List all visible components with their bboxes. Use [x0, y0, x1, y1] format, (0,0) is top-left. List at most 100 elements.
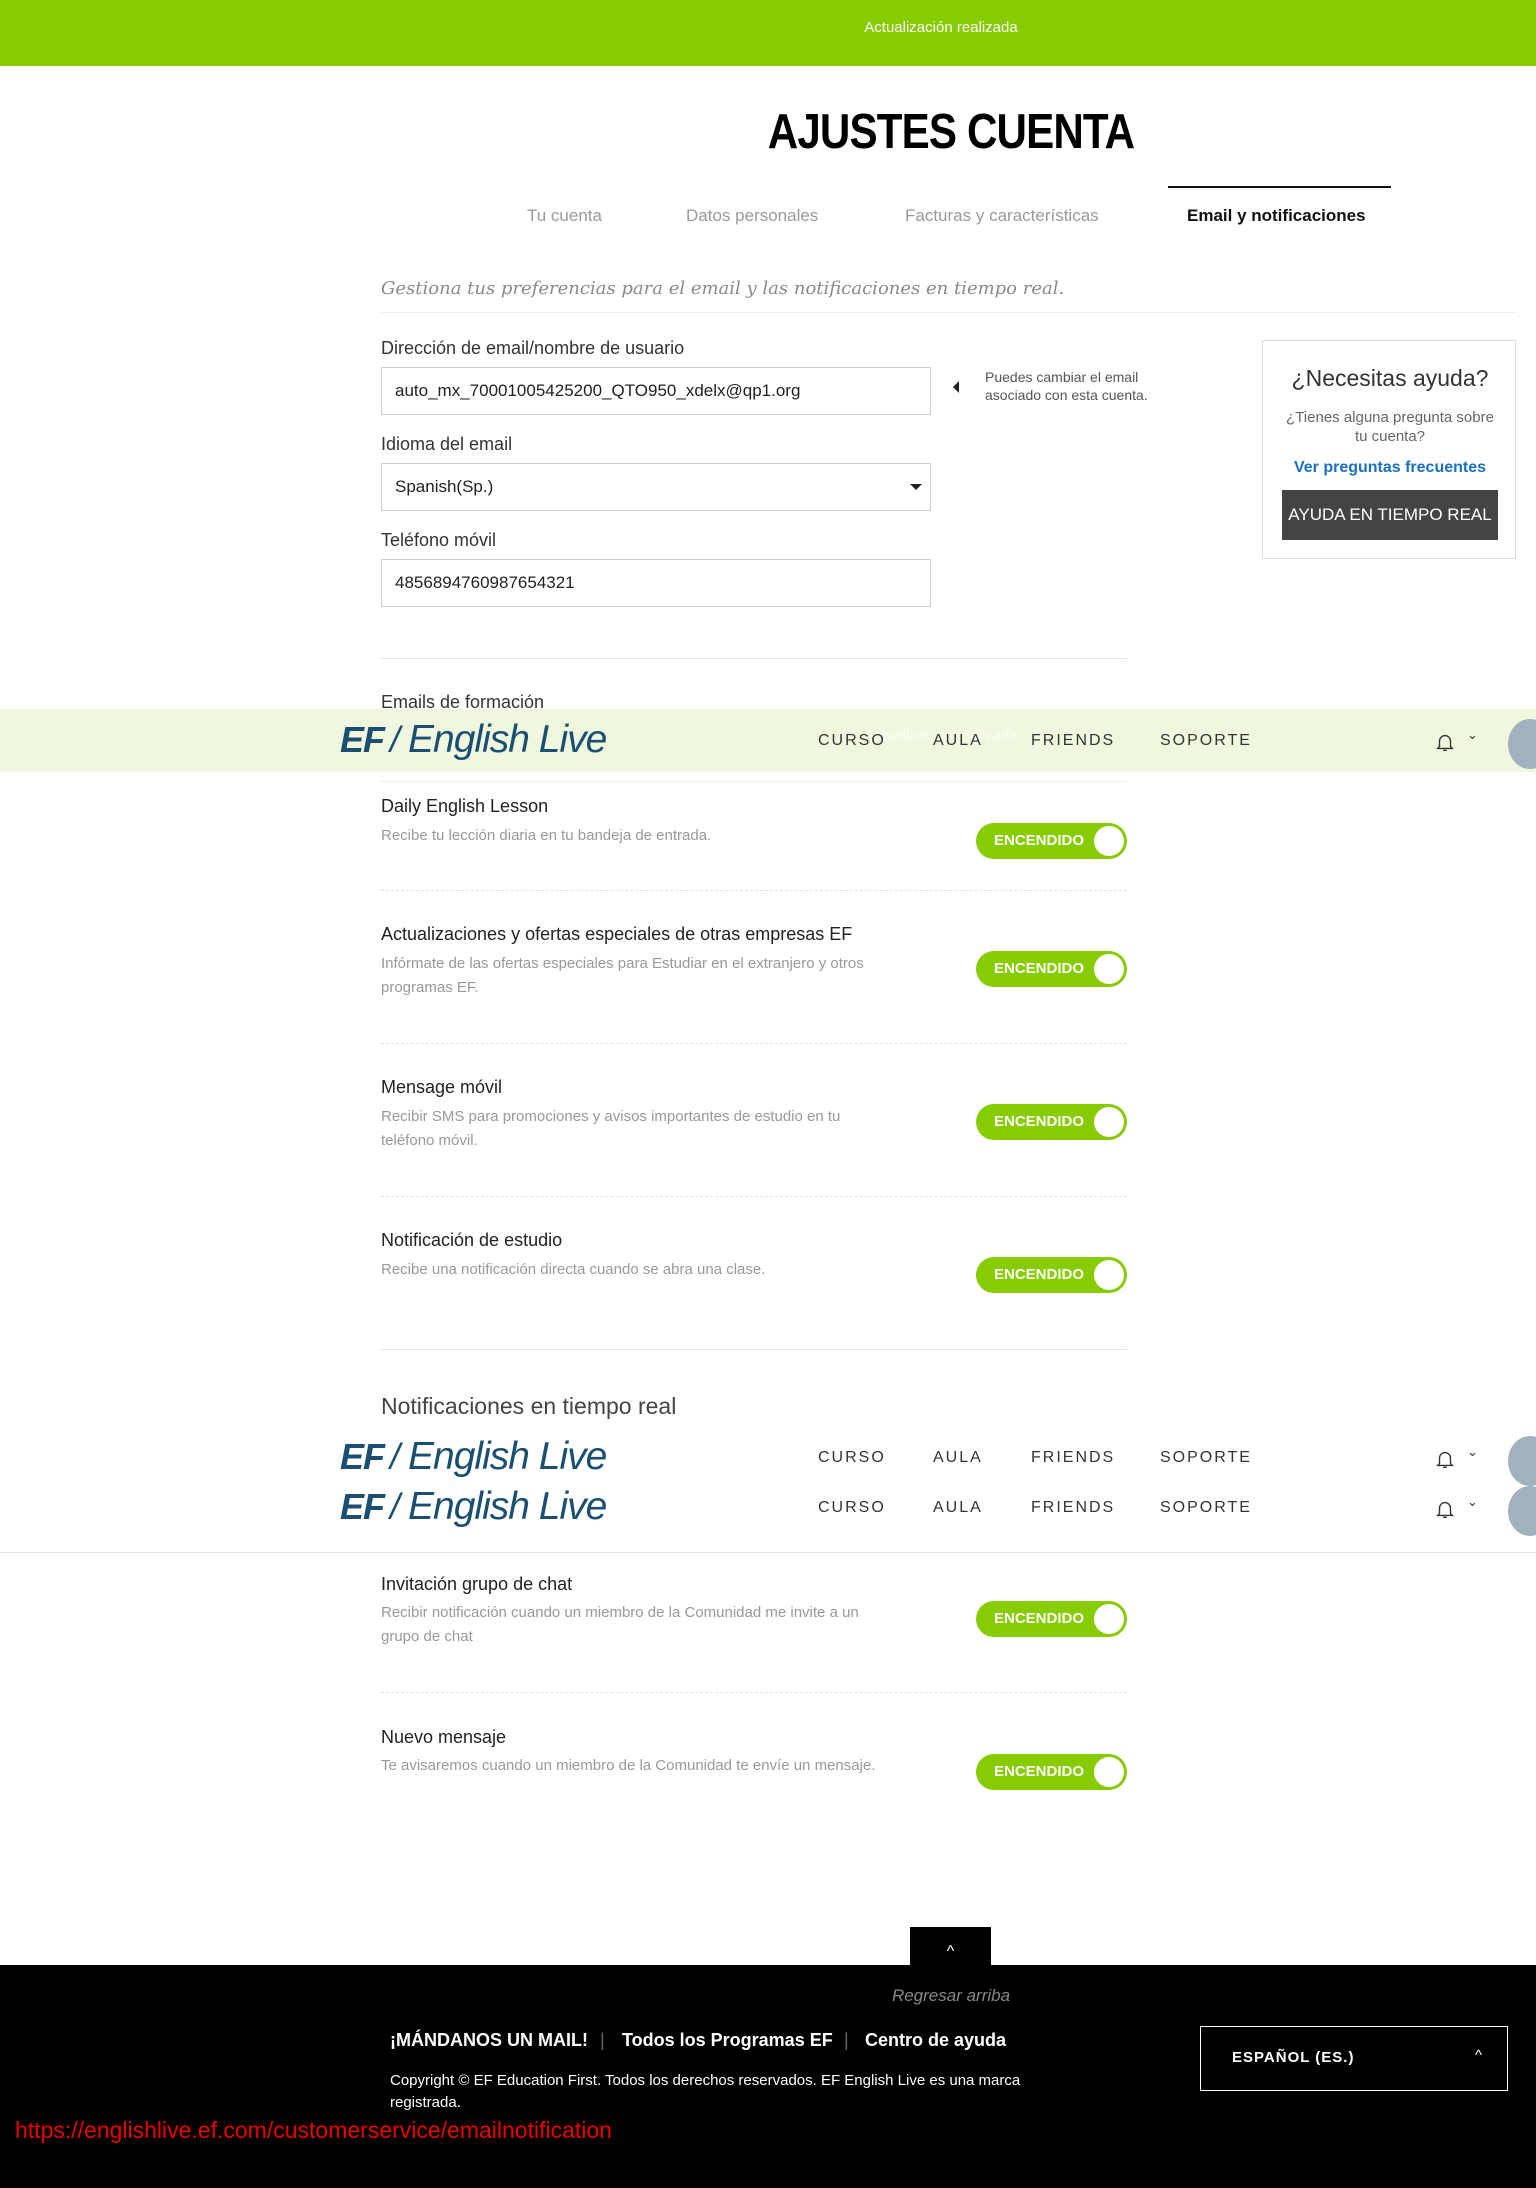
- toggle-label: ENCENDIDO: [994, 1266, 1085, 1283]
- footer-link-programs[interactable]: Todos los Programas EF: [622, 2030, 833, 2051]
- toggle-new-message[interactable]: ENCENDIDO: [976, 1754, 1127, 1790]
- toggle-knob: [1094, 1260, 1124, 1290]
- footer-link-email[interactable]: ¡MÁNDANOS UN MAIL!: [390, 2030, 588, 2051]
- top-navbar: EF / English Live CURSO AULA FRIENDS SOP…: [0, 1426, 1536, 1489]
- toggle-knob: [1094, 826, 1124, 856]
- page-title: AJUSTES CUENTA: [767, 105, 1135, 159]
- back-to-top-label[interactable]: Regresar arriba: [0, 1986, 1536, 2006]
- toggle-ef-offers[interactable]: ENCENDIDO: [976, 951, 1127, 987]
- success-banner-text: Actualización realizada: [864, 19, 1018, 36]
- back-to-top-button[interactable]: ^: [910, 1927, 991, 1973]
- toggle-knob: [1094, 1604, 1124, 1634]
- item-title: Daily English Lesson: [381, 796, 549, 816]
- email-tip: Puedes cambiar el email asociado con est…: [985, 369, 1148, 403]
- chevron-down-icon[interactable]: ⌄: [1467, 1494, 1478, 1510]
- logo-separator: /: [390, 1486, 401, 1527]
- divider: [381, 890, 1127, 891]
- bell-icon[interactable]: [1434, 1498, 1456, 1520]
- toggle-study-notification[interactable]: ENCENDIDO: [976, 1257, 1127, 1293]
- top-navbar: EF / English Live CURSO AULA FRIENDS SOP…: [0, 1485, 1536, 1553]
- chevron-up-icon: ^: [1474, 2047, 1482, 2064]
- language-value: Spanish(Sp.): [395, 477, 494, 496]
- toggle-knob: [1094, 954, 1124, 984]
- help-box: ¿Necesitas ayuda? ¿Tienes alguna pregunt…: [1262, 340, 1516, 559]
- nav-aula[interactable]: AULA: [933, 1499, 983, 1517]
- intro-text: Gestiona tus preferencias para el email …: [381, 278, 1065, 299]
- toggle-label: ENCENDIDO: [994, 960, 1085, 977]
- toggle-knob: [1094, 1757, 1124, 1787]
- live-help-button[interactable]: AYUDA EN TIEMPO REAL: [1282, 490, 1498, 540]
- item-title: Actualizaciones y ofertas especiales de …: [381, 924, 853, 944]
- email-field[interactable]: auto_mx_70001005425200_QTO950_xdelx@qp1.…: [381, 367, 931, 415]
- bell-icon[interactable]: [1434, 731, 1456, 753]
- item-desc: Recibir notificación cuando un miembro d…: [381, 1604, 859, 1645]
- nav-soporte[interactable]: SOPORTE: [1160, 1449, 1252, 1467]
- toggle-label: ENCENDIDO: [994, 1763, 1085, 1780]
- divider: [381, 781, 1127, 782]
- chevron-down-icon[interactable]: ⌄: [1467, 727, 1478, 743]
- english-live-logo[interactable]: EF / English Live: [340, 1434, 607, 1480]
- ef-logo-mark: EF: [340, 1436, 385, 1477]
- logo-separator: /: [390, 1436, 401, 1477]
- chevron-up-icon: ^: [946, 1943, 955, 1960]
- nav-curso[interactable]: CURSO: [818, 1449, 886, 1467]
- nav-soporte[interactable]: SOPORTE: [1160, 732, 1252, 750]
- toggle-chat-invite[interactable]: ENCENDIDO: [976, 1601, 1127, 1637]
- footer-separator: |: [600, 2030, 605, 2050]
- help-title: ¿Necesitas ayuda?: [1291, 365, 1489, 391]
- nav-aula[interactable]: AULA: [933, 1449, 983, 1467]
- english-live-logo[interactable]: EF / English Live: [340, 717, 607, 763]
- status-url: https://englishlive.ef.com/customerservi…: [15, 2117, 612, 2143]
- brand-name: English Live: [408, 718, 607, 761]
- tab-datos-personales[interactable]: Datos personales: [686, 206, 818, 226]
- chevron-down-icon[interactable]: ⌄: [1467, 1444, 1478, 1460]
- email-label: Dirección de email/nombre de usuario: [381, 338, 685, 358]
- phone-value: 4856894760987654321: [395, 573, 575, 592]
- divider: [381, 1692, 1127, 1693]
- english-live-logo[interactable]: EF / English Live: [340, 1484, 607, 1530]
- ef-logo-mark: EF: [340, 719, 385, 760]
- toggle-label: ENCENDIDO: [994, 1610, 1085, 1627]
- help-subtitle: ¿Tienes alguna pregunta sobre tu cuenta?: [1286, 409, 1494, 445]
- tab-facturas[interactable]: Facturas y características: [905, 206, 1099, 226]
- divider: [381, 1349, 1127, 1350]
- nav-curso[interactable]: CURSO: [818, 1499, 886, 1517]
- brand-name: English Live: [408, 1435, 607, 1478]
- divider: [381, 658, 1127, 659]
- language-label: Idioma del email: [381, 434, 513, 454]
- item-desc: Te avisaremos cuando un miembro de la Co…: [381, 1757, 876, 1774]
- faq-link[interactable]: Ver preguntas frecuentes: [1263, 459, 1517, 477]
- nav-aula[interactable]: AULA: [933, 732, 983, 750]
- avatar[interactable]: [1508, 1436, 1536, 1486]
- toggle-label: ENCENDIDO: [994, 1113, 1085, 1130]
- bell-icon[interactable]: [1434, 1448, 1456, 1470]
- dropdown-arrow-icon: [910, 484, 922, 490]
- tab-email-notificaciones[interactable]: Email y notificaciones: [1187, 206, 1366, 226]
- nav-soporte[interactable]: SOPORTE: [1160, 1499, 1252, 1517]
- active-tab-indicator: [1168, 186, 1391, 188]
- language-select[interactable]: Spanish(Sp.): [381, 463, 931, 511]
- nav-curso[interactable]: CURSO: [818, 732, 886, 750]
- language-selector[interactable]: ESPAÑOL (ES.) ^: [1200, 2026, 1508, 2091]
- navbar-overlay-text: Actualización realizada: [864, 727, 1018, 744]
- ef-logo-mark: EF: [340, 1486, 385, 1527]
- nav-friends[interactable]: FRIENDS: [1031, 732, 1115, 750]
- email-value: auto_mx_70001005425200_QTO950_xdelx@qp1.…: [395, 381, 801, 400]
- phone-field[interactable]: 4856894760987654321: [381, 559, 931, 607]
- footer-separator: |: [844, 2030, 849, 2050]
- item-desc: Infórmate de las ofertas especiales para…: [381, 955, 864, 996]
- toggle-sms[interactable]: ENCENDIDO: [976, 1104, 1127, 1140]
- item-title: Invitación grupo de chat: [381, 1574, 573, 1594]
- toggle-daily-lesson[interactable]: ENCENDIDO: [976, 823, 1127, 859]
- nav-friends[interactable]: FRIENDS: [1031, 1499, 1115, 1517]
- item-title: Mensage móvil: [381, 1077, 503, 1097]
- top-navbar: Actualización realizada EF / English Liv…: [0, 709, 1536, 772]
- tab-tu-cuenta[interactable]: Tu cuenta: [527, 206, 602, 226]
- avatar[interactable]: [1508, 1486, 1536, 1536]
- item-desc: Recibe tu lección diaria en tu bandeja d…: [381, 827, 712, 844]
- nav-friends[interactable]: FRIENDS: [1031, 1449, 1115, 1467]
- tooltip-arrow-icon: [953, 381, 959, 393]
- footer-link-help-center[interactable]: Centro de ayuda: [865, 2030, 1006, 2051]
- copyright-text: Copyright © EF Education First. Todos lo…: [390, 2072, 1021, 2111]
- language-label: ESPAÑOL (ES.): [1232, 2049, 1355, 2066]
